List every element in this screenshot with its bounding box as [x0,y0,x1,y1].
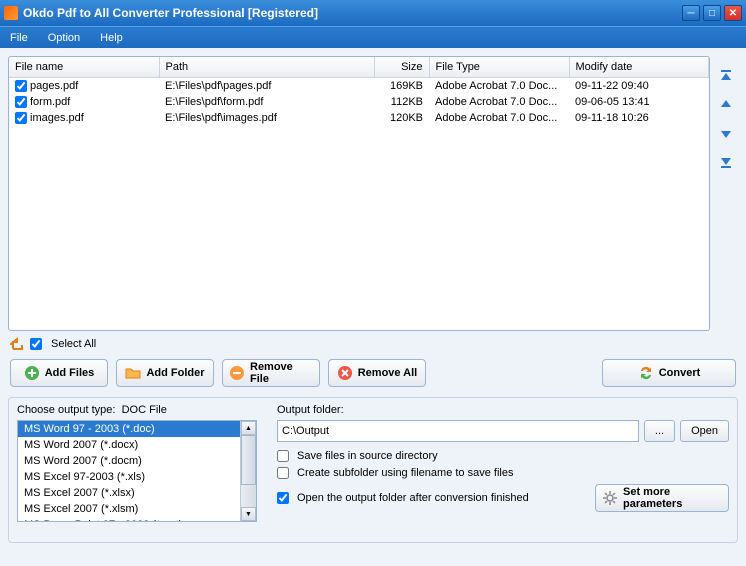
col-filename[interactable]: File name [9,57,159,77]
gear-icon [602,490,618,506]
col-type[interactable]: File Type [429,57,569,77]
file-table[interactable]: File name Path Size File Type Modify dat… [8,56,710,331]
remove-all-button[interactable]: Remove All [328,359,426,387]
convert-button[interactable]: Convert [602,359,736,387]
open-after-label: Open the output folder after conversion … [297,492,529,504]
output-folder-label: Output folder: [277,404,729,420]
list-item[interactable]: MS Excel 2007 (*.xlsm) [18,501,240,517]
table-row[interactable]: pages.pdfE:\Files\pdf\pages.pdf169KBAdob… [9,77,709,94]
row-checkbox[interactable] [15,96,27,108]
convert-icon [638,365,654,381]
col-size[interactable]: Size [374,57,429,77]
select-all-checkbox[interactable] [30,338,42,350]
remove-file-button[interactable]: Remove File [222,359,320,387]
listbox-scrollbar[interactable]: ▲ ▼ [240,421,256,521]
scroll-up-button[interactable]: ▲ [241,421,256,435]
set-more-parameters-button[interactable]: Set more parameters [595,484,729,512]
col-path[interactable]: Path [159,57,374,77]
add-files-button[interactable]: Add Files [10,359,108,387]
move-up-button[interactable] [716,94,736,116]
scroll-down-button[interactable]: ▼ [241,507,256,521]
menu-option[interactable]: Option [44,30,84,46]
open-folder-button[interactable]: Open [680,420,729,442]
list-item[interactable]: MS Word 2007 (*.docm) [18,453,240,469]
remove-icon [229,365,245,381]
list-item[interactable]: MS PowerPoint 97 - 2003 (*.ppt) [18,517,240,521]
maximize-button[interactable]: □ [703,5,721,21]
remove-all-icon [337,365,353,381]
save-source-label: Save files in source directory [297,450,438,462]
list-item[interactable]: MS Excel 2007 (*.xlsx) [18,485,240,501]
create-subfolder-checkbox[interactable] [277,467,289,479]
move-top-button[interactable] [716,66,736,88]
add-folder-button[interactable]: Add Folder [116,359,214,387]
open-after-checkbox[interactable] [277,492,289,504]
output-type-label: Choose output type: DOC File [17,404,257,420]
table-row[interactable]: images.pdfE:\Files\pdf\images.pdf120KBAd… [9,110,709,126]
title-text: Okdo Pdf to All Converter Professional [… [23,6,682,20]
table-row[interactable]: form.pdfE:\Files\pdf\form.pdf112KBAdobe … [9,94,709,110]
output-folder-input[interactable] [277,420,639,442]
move-bottom-button[interactable] [716,150,736,172]
menu-file[interactable]: File [6,30,32,46]
list-item[interactable]: MS Word 97 - 2003 (*.doc) [18,421,240,437]
close-button[interactable]: ✕ [724,5,742,21]
minimize-button[interactable]: ─ [682,5,700,21]
output-type-listbox[interactable]: MS Word 97 - 2003 (*.doc)MS Word 2007 (*… [18,421,240,521]
menubar: File Option Help [0,26,746,48]
add-icon [24,365,40,381]
menu-help[interactable]: Help [96,30,127,46]
row-checkbox[interactable] [15,112,27,124]
up-folder-icon[interactable] [10,337,24,351]
create-subfolder-label: Create subfolder using filename to save … [297,467,513,479]
browse-button[interactable]: ... [644,420,675,442]
app-icon [4,6,18,20]
save-source-checkbox[interactable] [277,450,289,462]
move-down-button[interactable] [716,122,736,144]
select-all-label: Select All [51,338,96,350]
row-checkbox[interactable] [15,80,27,92]
col-modify[interactable]: Modify date [569,57,709,77]
scroll-thumb[interactable] [241,435,256,485]
folder-icon [125,365,141,381]
list-item[interactable]: MS Word 2007 (*.docx) [18,437,240,453]
list-item[interactable]: MS Excel 97-2003 (*.xls) [18,469,240,485]
titlebar: Okdo Pdf to All Converter Professional [… [0,0,746,26]
